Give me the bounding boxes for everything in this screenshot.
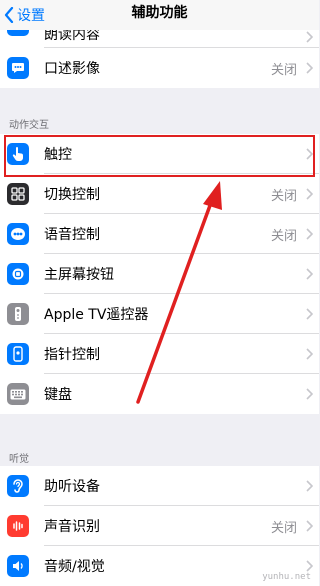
chevron-right-icon — [306, 188, 313, 200]
highlight-box — [4, 135, 315, 177]
chevron-right-icon — [306, 31, 313, 43]
ear-icon — [7, 475, 29, 497]
remote-icon — [7, 303, 29, 325]
watermark: yunhu.net — [262, 572, 311, 582]
section-header-interaction: 动作交互 — [9, 120, 49, 131]
list-item-voice-control[interactable]: 语音控制 关闭 — [0, 214, 319, 254]
chevron-right-icon — [306, 308, 313, 320]
list-item-audio-description[interactable]: 口述影像 关闭 — [0, 48, 319, 88]
list-item-label: Apple TV遥控器 — [44, 307, 149, 323]
chevron-right-icon — [306, 480, 313, 492]
list-item-keyboard[interactable]: 键盘 — [0, 374, 319, 414]
chevron-right-icon — [306, 228, 313, 240]
list-item-sound-recognition[interactable]: 声音识别 关闭 — [0, 506, 319, 546]
chevron-right-icon — [306, 388, 313, 400]
speech-bubble-icon — [7, 57, 29, 79]
list-item-label: 口述影像 — [44, 61, 100, 77]
chevron-right-icon — [306, 268, 313, 280]
list-item-value: 关闭 — [270, 228, 297, 244]
list-item-label: 声音识别 — [44, 519, 100, 535]
list-item-value: 关闭 — [270, 188, 297, 204]
chevron-right-icon — [306, 560, 313, 572]
keyboard-icon — [7, 383, 29, 405]
hearing-group: 助听设备 声音识别 关闭 音频/视觉 — [0, 466, 319, 586]
list-item-label: 语音控制 — [44, 227, 100, 243]
list-item-switch-control[interactable]: 切换控制 关闭 — [0, 174, 319, 214]
list-item-apple-tv-remote[interactable]: Apple TV遥控器 — [0, 294, 319, 334]
list-item-hearing-devices[interactable]: 助听设备 — [0, 466, 319, 506]
list-item-label: 切换控制 — [44, 187, 100, 203]
navigation-bar: 设置 辅助功能 — [0, 0, 319, 30]
grid-squares-icon — [7, 183, 29, 205]
list-item-home-button[interactable]: 主屏幕按钮 — [0, 254, 319, 294]
sound-wave-icon — [7, 515, 29, 537]
list-item-label: 主屏幕按钮 — [44, 267, 114, 283]
list-item-label: 键盘 — [44, 387, 72, 403]
pointer-icon — [7, 343, 29, 365]
chevron-right-icon — [306, 348, 313, 360]
list-item-value: 关闭 — [270, 62, 297, 78]
list-item-label: 指针控制 — [44, 347, 100, 363]
vision-group: 朗读内容 口述影像 关闭 — [0, 14, 319, 88]
screen: 设置 辅助功能 朗读内容 口述影像 关闭 动作交互 触控 切换控制 关闭 语音控… — [0, 0, 319, 586]
list-item-label: 助听设备 — [44, 479, 100, 495]
section-header-hearing: 听觉 — [9, 454, 29, 465]
chevron-right-icon — [306, 62, 313, 74]
home-button-icon — [7, 263, 29, 285]
list-item-value: 关闭 — [270, 520, 297, 536]
speaker-icon — [7, 555, 29, 577]
list-item-label: 音频/视觉 — [44, 559, 105, 575]
list-item-pointer-control[interactable]: 指针控制 — [0, 334, 319, 374]
chevron-right-icon — [306, 520, 313, 532]
voice-control-icon — [7, 223, 29, 245]
page-title: 辅助功能 — [131, 5, 188, 21]
